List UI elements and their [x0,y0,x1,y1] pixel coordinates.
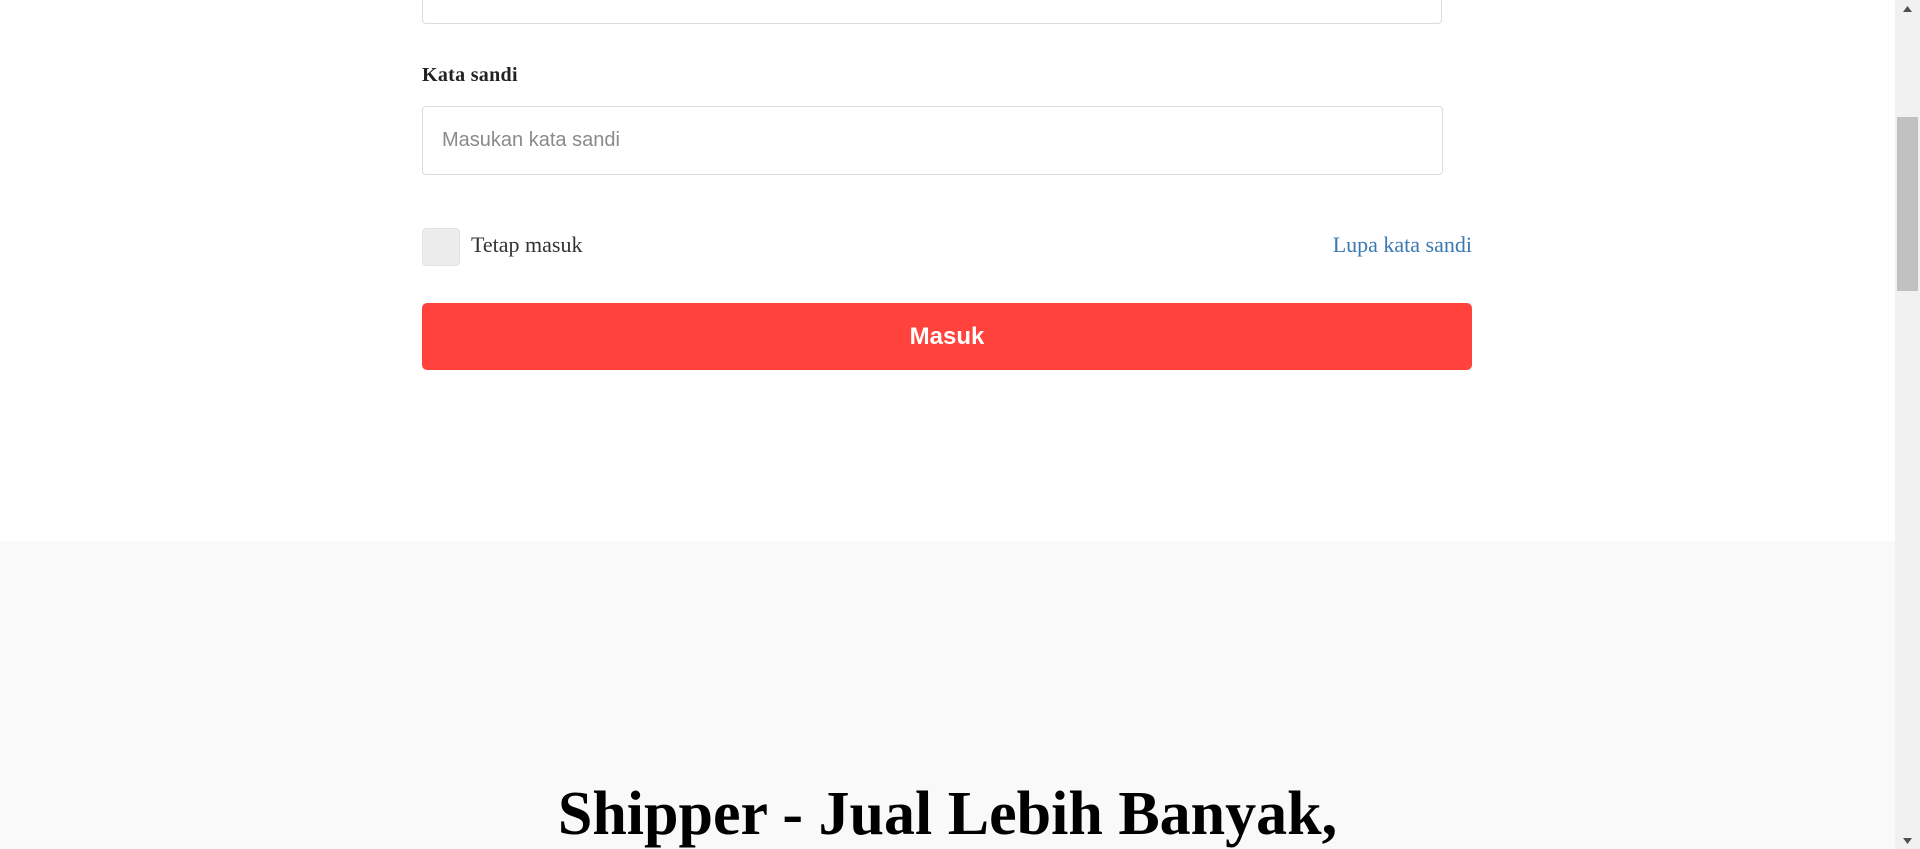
remember-label[interactable]: Tetap masuk [471,232,582,258]
username-input[interactable] [422,0,1442,24]
password-input[interactable] [422,106,1443,175]
remember-checkbox[interactable] [422,228,460,266]
hero-title: Shipper - Jual Lebih Banyak, [557,780,1338,848]
scroll-thumb[interactable] [1897,117,1918,291]
login-page: Kata sandi Tetap masuk Lupa kata sandi M… [0,0,1895,849]
password-label: Kata sandi [422,64,518,86]
login-button[interactable]: Masuk [422,303,1472,370]
login-section: Kata sandi Tetap masuk Lupa kata sandi M… [0,0,1895,541]
browser-viewport: Kata sandi Tetap masuk Lupa kata sandi M… [0,0,1920,849]
remember-row: Tetap masuk Lupa kata sandi [422,228,1472,266]
forgot-password-link[interactable]: Lupa kata sandi [1333,232,1472,258]
scroll-up-arrow-icon[interactable] [1895,0,1920,17]
vertical-scrollbar[interactable] [1895,0,1920,849]
scroll-down-arrow-icon[interactable] [1895,832,1920,849]
